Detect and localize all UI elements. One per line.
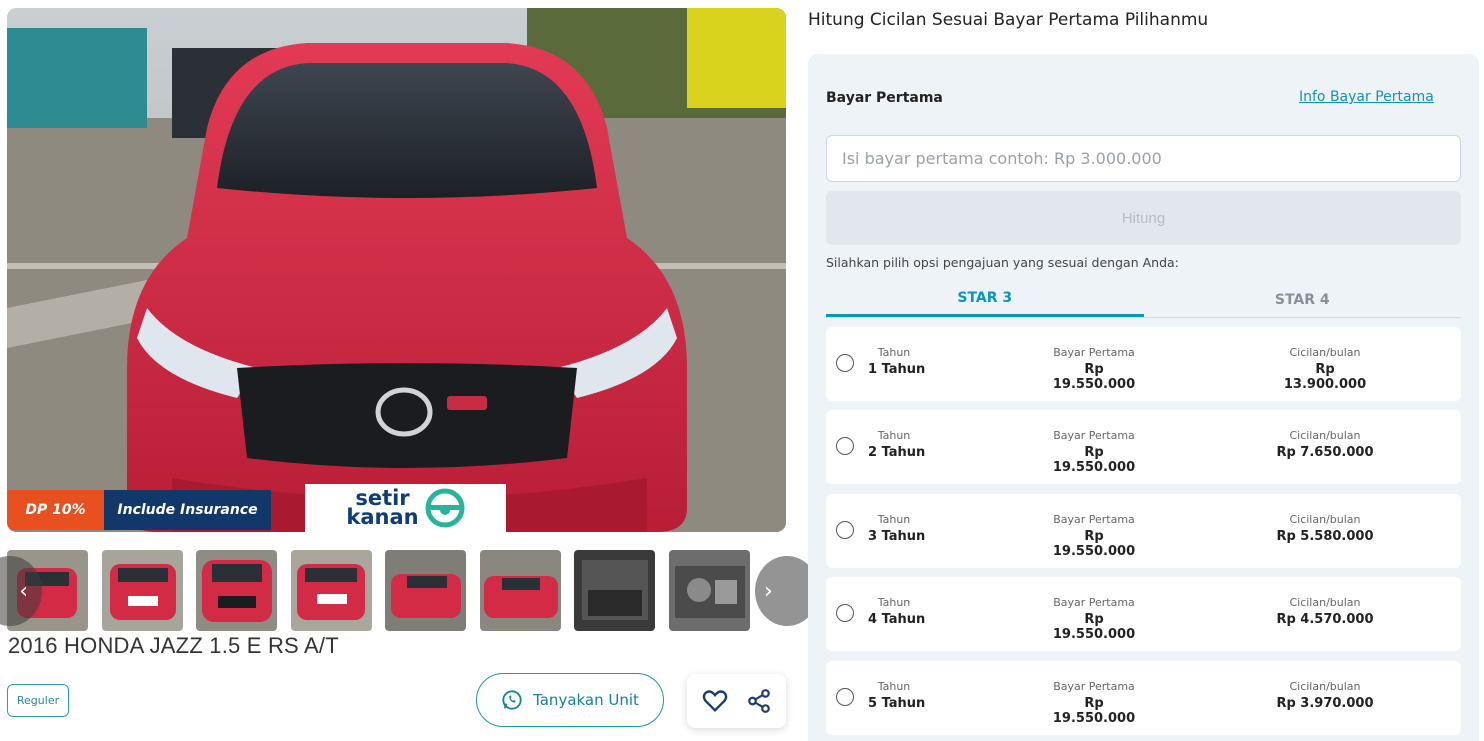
dp-badge: DP 10% xyxy=(7,490,104,530)
installment-value: Rp 4.570.000 xyxy=(1276,612,1374,627)
plan-option[interactable]: Tahun 4 Tahun Bayar Pertama Rp 19.550.000 … xyxy=(826,577,1461,651)
plan-radio[interactable] xyxy=(836,604,854,622)
plan-tabs: STAR 3 STAR 4 xyxy=(826,282,1461,318)
dp-value: Rp 19.550.000 xyxy=(1052,612,1136,642)
reguler-tag: Reguler xyxy=(7,684,69,717)
first-payment-input[interactable] xyxy=(826,135,1461,182)
dp-label: Bayar Pertama xyxy=(1053,429,1135,442)
steering-wheel-icon xyxy=(425,488,465,528)
installment-value: Rp 13.900.000 xyxy=(1283,362,1367,392)
insurance-badge: Include Insurance xyxy=(104,490,271,530)
installment-label: Cicilan/bulan xyxy=(1289,680,1361,693)
thumbnail-6[interactable] xyxy=(480,550,561,631)
thumbnail-3[interactable] xyxy=(196,550,277,631)
tenor-label: Tahun xyxy=(877,429,911,442)
tenor-label: Tahun xyxy=(877,346,911,359)
thumbnail-5[interactable] xyxy=(385,550,466,631)
first-payment-label: Bayar Pertama xyxy=(826,90,943,106)
dp-value: Rp 19.550.000 xyxy=(1052,529,1136,559)
dp-value: Rp 19.550.000 xyxy=(1052,445,1136,475)
thumbnail-strip xyxy=(7,550,786,632)
tab-star-3[interactable]: STAR 3 xyxy=(826,282,1144,317)
thumbnail-4[interactable] xyxy=(291,550,372,631)
dp-value: Rp 19.550.000 xyxy=(1052,696,1136,726)
plan-option[interactable]: Tahun 2 Tahun Bayar Pertama Rp 19.550.000 … xyxy=(826,410,1461,484)
dp-label: Bayar Pertama xyxy=(1053,513,1135,526)
plan-radio[interactable] xyxy=(836,354,854,372)
installment-label: Cicilan/bulan xyxy=(1289,596,1361,609)
plan-option[interactable]: Tahun 5 Tahun Bayar Pertama Rp 19.550.000 … xyxy=(826,661,1461,735)
installment-label: Cicilan/bulan xyxy=(1289,346,1361,359)
plan-option[interactable]: Tahun 1 Tahun Bayar Pertama Rp 19.550.000 … xyxy=(826,327,1461,401)
tenor-value: 2 Tahun xyxy=(868,445,926,460)
installment-label: Cicilan/bulan xyxy=(1289,429,1361,442)
plan-radio[interactable] xyxy=(836,437,854,455)
installment-value: Rp 7.650.000 xyxy=(1276,445,1374,460)
calculator-heading: Hitung Cicilan Sesuai Bayar Pertama Pili… xyxy=(808,10,1209,30)
whatsapp-icon xyxy=(502,690,522,710)
tenor-value: 3 Tahun xyxy=(868,529,926,544)
tab-star-4[interactable]: STAR 4 xyxy=(1144,282,1462,317)
installment-value: Rp 5.580.000 xyxy=(1276,529,1374,544)
ask-unit-label: Tanyakan Unit xyxy=(533,691,639,709)
listing-actions xyxy=(687,674,786,728)
main-car-photo[interactable]: DP 10% Include Insurance setir kanan xyxy=(7,8,786,532)
logo-line-2: kanan xyxy=(346,505,419,529)
share-icon[interactable] xyxy=(746,688,772,714)
thumbnail-7[interactable] xyxy=(574,550,655,631)
thumbnail-8[interactable] xyxy=(669,550,750,631)
tenor-label: Tahun xyxy=(877,680,911,693)
plan-radio[interactable] xyxy=(836,521,854,539)
setir-kanan-logo: setir kanan xyxy=(305,484,506,532)
plan-option[interactable]: Tahun 3 Tahun Bayar Pertama Rp 19.550.000 … xyxy=(826,494,1461,568)
dp-label: Bayar Pertama xyxy=(1053,346,1135,359)
tenor-value: 1 Tahun xyxy=(868,362,926,377)
promo-badges: DP 10% Include Insurance xyxy=(7,490,271,530)
installment-value: Rp 3.970.000 xyxy=(1276,696,1374,711)
tenor-label: Tahun xyxy=(877,513,911,526)
dp-value: Rp 19.550.000 xyxy=(1052,362,1136,392)
info-first-payment-link[interactable]: Info Bayar Pertama xyxy=(1299,89,1434,105)
car-image xyxy=(7,8,786,532)
page: DP 10% Include Insurance setir kanan ‹ ›… xyxy=(0,0,1484,741)
dp-label: Bayar Pertama xyxy=(1053,680,1135,693)
tenor-label: Tahun xyxy=(877,596,911,609)
calculate-button[interactable]: Hitung xyxy=(826,191,1461,245)
thumbnail-2[interactable] xyxy=(102,550,183,631)
plan-radio[interactable] xyxy=(836,688,854,706)
dp-label: Bayar Pertama xyxy=(1053,596,1135,609)
option-hint: Silahkan pilih opsi pengajuan yang sesua… xyxy=(826,255,1179,270)
heart-icon[interactable] xyxy=(701,687,729,715)
tenor-value: 5 Tahun xyxy=(868,696,926,711)
tenor-value: 4 Tahun xyxy=(868,612,926,627)
car-title: 2016 HONDA JAZZ 1.5 E RS A/T xyxy=(8,633,339,658)
installment-label: Cicilan/bulan xyxy=(1289,513,1361,526)
ask-unit-button[interactable]: Tanyakan Unit xyxy=(476,673,664,727)
